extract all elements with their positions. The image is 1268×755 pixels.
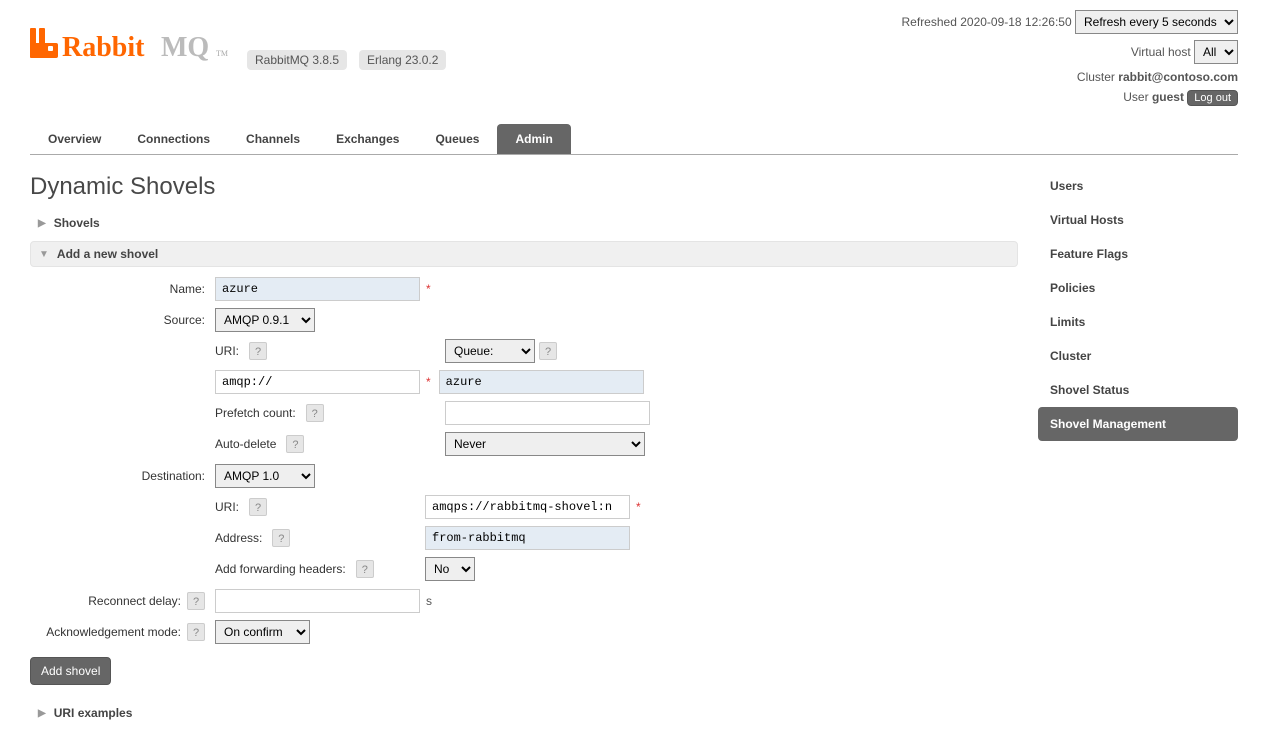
refreshed-timestamp: Refreshed 2020-09-18 12:26:50	[902, 15, 1072, 29]
chevron-down-icon: ▼	[39, 249, 49, 260]
source-protocol-select[interactable]: AMQP 0.9.1	[215, 308, 315, 332]
chevron-right-icon: ▶	[38, 708, 46, 719]
destination-label: Destination:	[30, 469, 215, 483]
prefetch-input[interactable]	[445, 401, 650, 425]
autodelete-select[interactable]: Never	[445, 432, 645, 456]
rabbitmq-version-badge: RabbitMQ 3.8.5	[247, 50, 347, 70]
fwd-headers-label: Add forwarding headers:	[215, 562, 346, 576]
chevron-right-icon: ▶	[38, 218, 46, 229]
help-icon[interactable]: ?	[306, 404, 324, 422]
help-icon[interactable]: ?	[249, 498, 267, 516]
help-icon[interactable]: ?	[539, 342, 557, 360]
main-tabs: Overview Connections Channels Exchanges …	[30, 124, 1238, 155]
section-add-shovel-label: Add a new shovel	[57, 247, 158, 261]
add-shovel-button[interactable]: Add shovel	[30, 657, 111, 685]
sidebar-item-shovel-status[interactable]: Shovel Status	[1038, 373, 1238, 407]
required-marker: *	[426, 375, 431, 389]
svg-text:TM: TM	[216, 49, 228, 58]
section-uri-examples[interactable]: ▶ URI examples	[30, 701, 1018, 725]
tab-overview[interactable]: Overview	[30, 124, 119, 154]
sidebar-item-users[interactable]: Users	[1038, 169, 1238, 203]
erlang-version-badge: Erlang 23.0.2	[359, 50, 446, 70]
prefetch-label: Prefetch count:	[215, 406, 296, 420]
user-value: guest	[1152, 90, 1184, 104]
refresh-interval-select[interactable]: Refresh every 5 seconds	[1075, 10, 1238, 34]
destination-uri-input[interactable]	[425, 495, 630, 519]
section-shovels-label: Shovels	[54, 216, 100, 230]
required-marker: *	[636, 500, 641, 514]
source-queue-input[interactable]	[439, 370, 644, 394]
tab-queues[interactable]: Queues	[417, 124, 497, 154]
section-add-shovel[interactable]: ▼ Add a new shovel	[30, 241, 1018, 267]
required-marker: *	[426, 282, 431, 296]
help-icon[interactable]: ?	[187, 623, 205, 641]
user-label: User	[1123, 90, 1148, 104]
svg-text:MQ: MQ	[161, 32, 209, 63]
vhost-select[interactable]: All	[1194, 40, 1238, 64]
reconnect-unit: s	[426, 594, 432, 608]
fwd-headers-select[interactable]: No	[425, 557, 475, 581]
name-label: Name:	[30, 282, 215, 296]
section-uri-examples-label: URI examples	[54, 706, 133, 720]
name-input[interactable]	[215, 277, 420, 301]
reconnect-input[interactable]	[215, 589, 420, 613]
sidebar-item-policies[interactable]: Policies	[1038, 271, 1238, 305]
help-icon[interactable]: ?	[356, 560, 374, 578]
admin-sidebar: Users Virtual Hosts Feature Flags Polici…	[1038, 169, 1238, 725]
sidebar-item-limits[interactable]: Limits	[1038, 305, 1238, 339]
sidebar-item-feature-flags[interactable]: Feature Flags	[1038, 237, 1238, 271]
sidebar-item-cluster[interactable]: Cluster	[1038, 339, 1238, 373]
help-icon[interactable]: ?	[286, 435, 304, 453]
svg-text:Rabbit: Rabbit	[62, 32, 145, 63]
tab-connections[interactable]: Connections	[119, 124, 228, 154]
vhost-label: Virtual host	[1131, 45, 1191, 59]
rabbitmq-logo: Rabbit MQ TM	[30, 28, 235, 64]
tab-exchanges[interactable]: Exchanges	[318, 124, 417, 154]
address-label: Address:	[215, 531, 262, 545]
tab-channels[interactable]: Channels	[228, 124, 318, 154]
cluster-value: rabbit@contoso.com	[1118, 70, 1238, 84]
logout-button[interactable]: Log out	[1187, 90, 1238, 106]
ack-label: Acknowledgement mode:	[46, 625, 181, 639]
cluster-label: Cluster	[1077, 70, 1115, 84]
help-icon[interactable]: ?	[249, 342, 267, 360]
source-label: Source:	[30, 313, 215, 327]
address-input[interactable]	[425, 526, 630, 550]
help-icon[interactable]: ?	[187, 592, 205, 610]
destination-protocol-select[interactable]: AMQP 1.0	[215, 464, 315, 488]
sidebar-item-shovel-management[interactable]: Shovel Management	[1038, 407, 1238, 441]
source-queue-exchange-select[interactable]: Queue:	[445, 339, 535, 363]
source-uri-label: URI:	[215, 344, 239, 358]
ack-mode-select[interactable]: On confirm	[215, 620, 310, 644]
page-title: Dynamic Shovels	[30, 173, 1018, 201]
reconnect-label: Reconnect delay:	[88, 594, 181, 608]
autodelete-label: Auto-delete	[215, 437, 276, 451]
sidebar-item-virtual-hosts[interactable]: Virtual Hosts	[1038, 203, 1238, 237]
help-icon[interactable]: ?	[272, 529, 290, 547]
destination-uri-label: URI:	[215, 500, 239, 514]
source-uri-input[interactable]	[215, 370, 420, 394]
section-shovels[interactable]: ▶ Shovels	[30, 211, 1018, 235]
tab-admin[interactable]: Admin	[497, 124, 570, 154]
